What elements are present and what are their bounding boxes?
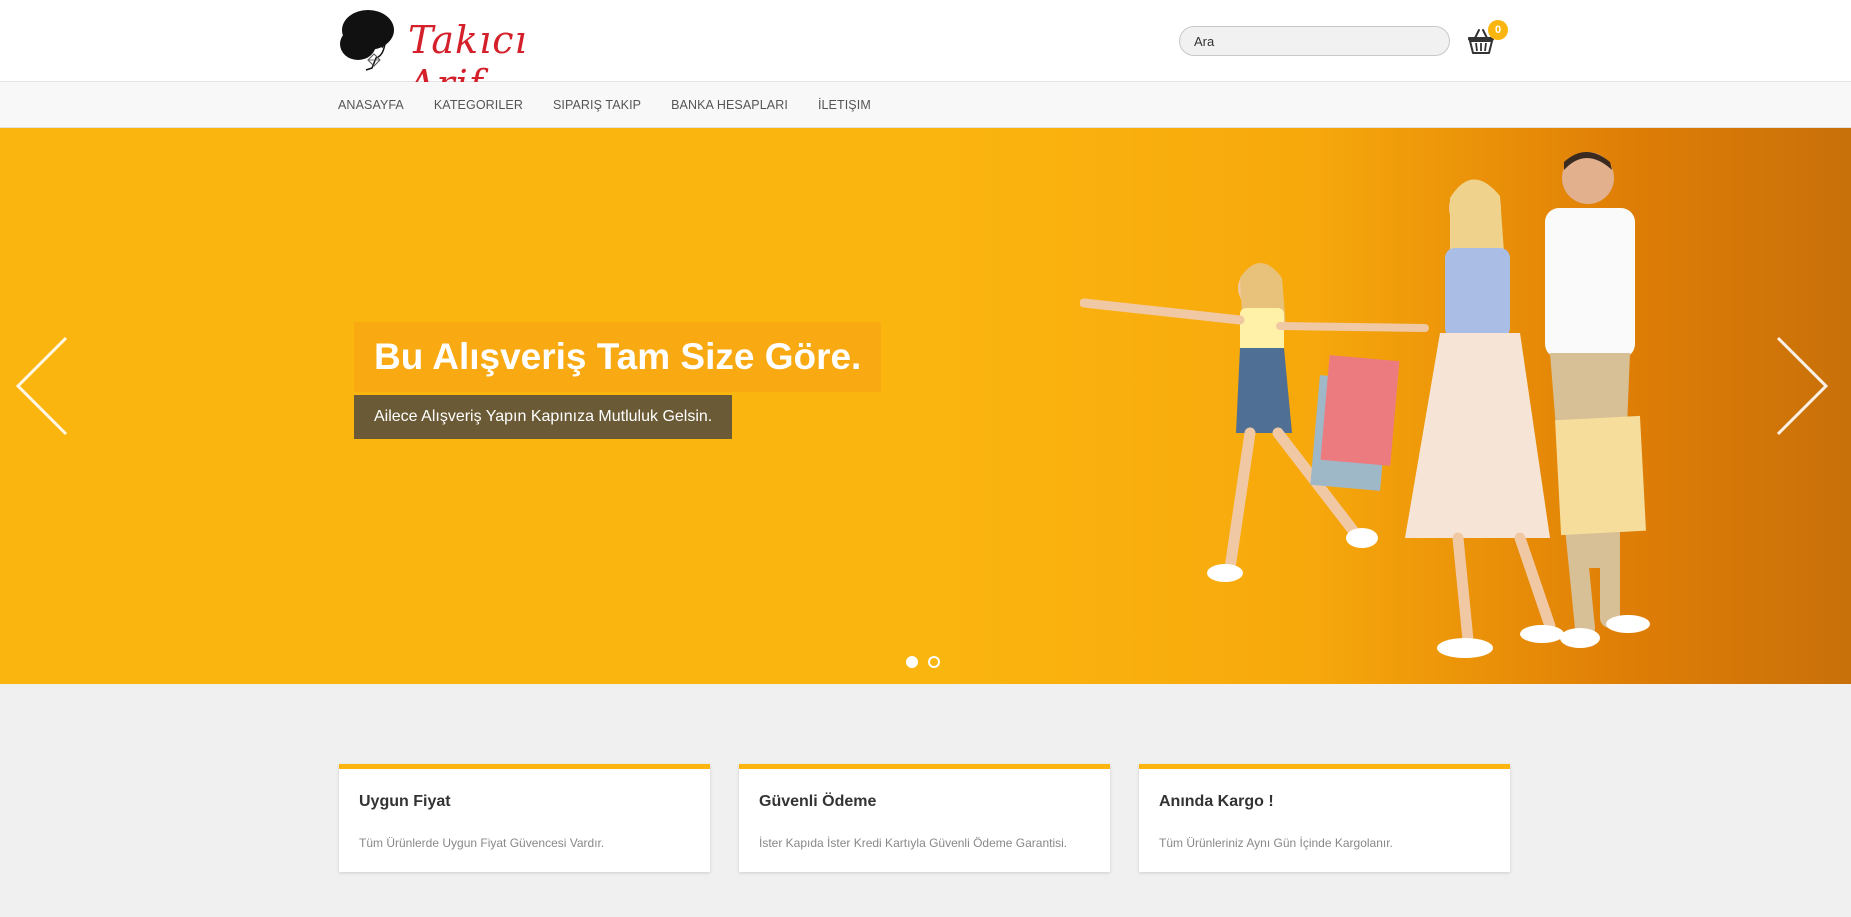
cart-count-badge: 0 [1488, 20, 1508, 40]
hero-subtitle: Ailece Alışveriş Yapın Kapınıza Mutluluk… [374, 408, 713, 425]
search-input[interactable] [1179, 26, 1450, 56]
nav-item-contact[interactable]: İLETIŞIM [818, 82, 871, 128]
slider-next-button[interactable] [1770, 336, 1830, 436]
woman-silhouette-logo-icon [340, 10, 394, 71]
chevron-left-icon [15, 336, 68, 436]
feature-card-price: Uygun Fiyat Tüm Ürünlerde Uygun Fiyat Gü… [339, 764, 710, 872]
slider-dots [906, 656, 940, 668]
nav-item-home[interactable]: ANASAYFA [338, 82, 404, 128]
site-header: Takıcı Arif 0 [0, 0, 1851, 106]
feature-card-payment: Güvenli Ödeme İster Kapıda İster Kredi K… [739, 764, 1110, 872]
nav-item-order-tracking[interactable]: SIPARIŞ TAKIP [553, 82, 641, 128]
feature-text: Tüm Ürünleriniz Aynı Gün İçinde Kargolan… [1159, 836, 1393, 850]
feature-title: Uygun Fiyat [359, 793, 451, 810]
feature-title: Anında Kargo ! [1159, 793, 1274, 810]
nav-item-categories[interactable]: KATEGORILER [434, 82, 523, 128]
chevron-right-icon [1776, 336, 1829, 436]
hero-title-box: Bu Alışveriş Tam Size Göre. [354, 322, 882, 392]
slider-dot-1[interactable] [906, 656, 918, 668]
slider-dot-2[interactable] [928, 656, 940, 668]
main-nav: ANASAYFA KATEGORILER SIPARIŞ TAKIP BANKA… [0, 82, 1851, 128]
feature-text: İster Kapıda İster Kredi Kartıyla Güvenl… [759, 836, 1068, 850]
hero-slider: Bu Alışveriş Tam Size Göre. Ailece Alışv… [0, 128, 1851, 684]
family-shopping-image [1080, 152, 1650, 658]
hero-subtitle-box: Ailece Alışveriş Yapın Kapınıza Mutluluk… [354, 395, 733, 439]
feature-title: Güvenli Ödeme [759, 793, 877, 810]
nav-item-bank-accounts[interactable]: BANKA HESAPLARI [671, 82, 788, 128]
hero-title: Bu Alışveriş Tam Size Göre. [374, 336, 862, 377]
feature-text: Tüm Ürünlerde Uygun Fiyat Güvencesi Vard… [359, 836, 605, 850]
feature-card-shipping: Anında Kargo ! Tüm Ürünleriniz Aynı Gün … [1139, 764, 1510, 872]
logo[interactable]: Takıcı Arif [338, 8, 548, 106]
slider-prev-button[interactable] [14, 336, 74, 436]
